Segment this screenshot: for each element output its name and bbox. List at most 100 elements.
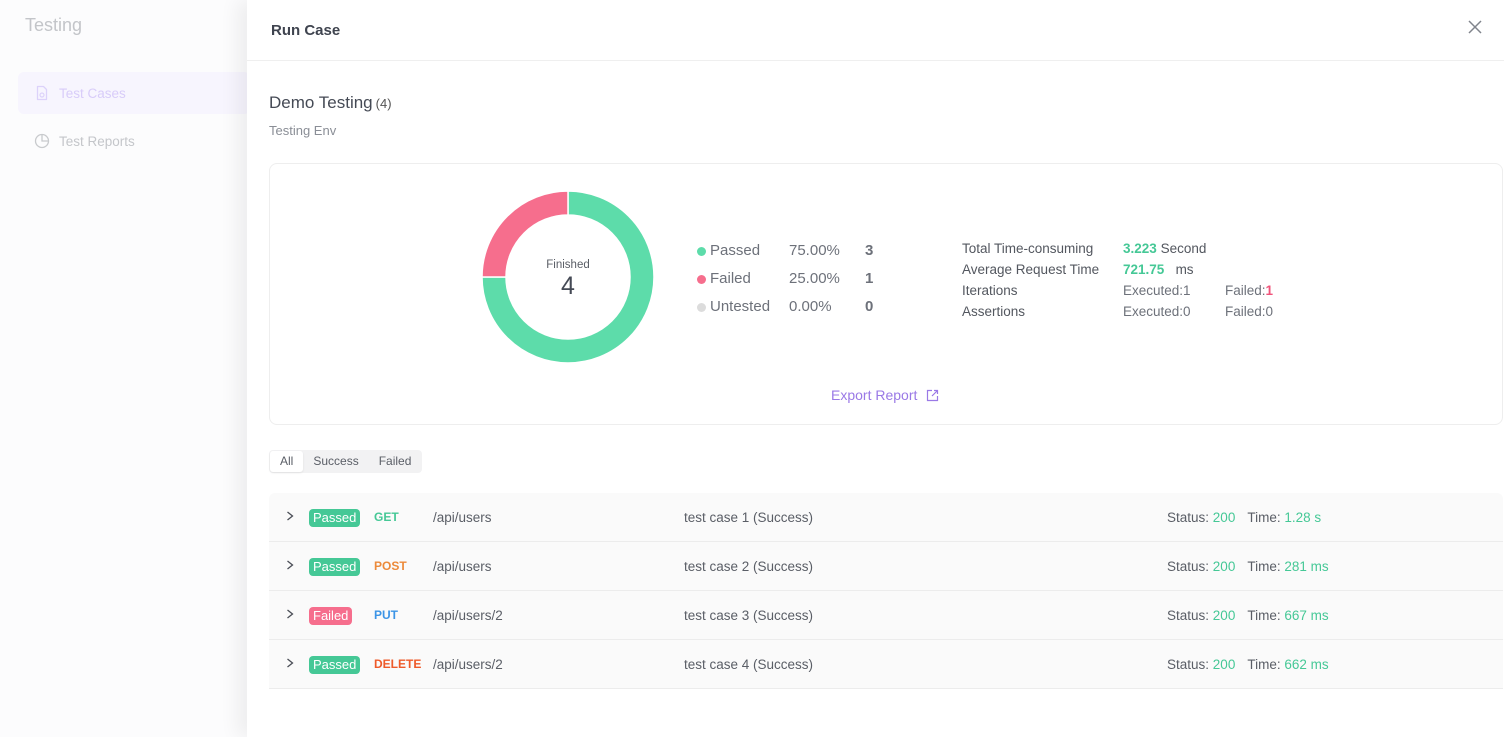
stat-unit: ms bbox=[1175, 262, 1194, 277]
stat-iterations: Iterations Executed:1 Failed:1 bbox=[962, 280, 1273, 301]
http-method: PUT bbox=[374, 608, 398, 622]
time-label: Time: bbox=[1247, 510, 1281, 525]
stat-total-time: Total Time-consuming 3.223 Second bbox=[962, 238, 1273, 259]
status-code: 200 bbox=[1212, 608, 1236, 623]
legend-count: 0 bbox=[865, 297, 874, 315]
result-donut-chart: Finished 4 bbox=[481, 190, 655, 364]
legend-count: 3 bbox=[865, 241, 874, 259]
sidebar-item-test-reports[interactable]: Test Reports bbox=[18, 120, 250, 162]
pie-chart-icon bbox=[34, 133, 50, 149]
legend-item-untested: Untested 0.00% 0 bbox=[697, 292, 873, 320]
result-filter: All Success Failed bbox=[269, 450, 423, 473]
legend-item-failed: Failed 25.00% 1 bbox=[697, 264, 873, 292]
legend-percent: 25.00% bbox=[789, 269, 840, 287]
result-badge: Passed bbox=[309, 509, 361, 527]
export-report-link[interactable]: Export Report bbox=[831, 387, 939, 403]
legend-percent: 0.00% bbox=[789, 297, 832, 315]
response-time: 662 ms bbox=[1284, 657, 1329, 672]
stat-label: Iterations bbox=[962, 283, 1018, 298]
result-row[interactable]: Passed POST /api/users test case 2 (Succ… bbox=[269, 542, 1503, 591]
app-title: Testing bbox=[25, 15, 83, 35]
stat-average-time: Average Request Time 721.75 ms bbox=[962, 259, 1273, 280]
time-label: Time: bbox=[1247, 608, 1281, 623]
case-name: test case 1 (Success) bbox=[684, 510, 814, 525]
result-badge: Passed bbox=[309, 558, 361, 576]
legend-dot-failed bbox=[697, 275, 706, 284]
executed-value: 0 bbox=[1183, 304, 1191, 319]
executed-value: 1 bbox=[1183, 283, 1191, 298]
legend-label: Untested bbox=[710, 297, 771, 315]
chevron-right-icon[interactable] bbox=[285, 509, 295, 523]
response-time: 667 ms bbox=[1284, 608, 1329, 623]
status-label: Status: bbox=[1167, 559, 1210, 574]
failed-label: Failed: bbox=[1225, 304, 1266, 319]
legend-percent: 75.00% bbox=[789, 241, 840, 259]
status-label: Status: bbox=[1167, 657, 1210, 672]
donut-center-label: Finished bbox=[546, 259, 589, 271]
chevron-right-icon[interactable] bbox=[285, 656, 295, 670]
drawer-title: Run Case bbox=[271, 21, 341, 39]
legend-dot-passed bbox=[697, 247, 706, 256]
export-report-label: Export Report bbox=[831, 387, 918, 403]
result-row[interactable]: Passed GET /api/users test case 1 (Succe… bbox=[269, 493, 1503, 542]
status-label: Status: bbox=[1167, 510, 1210, 525]
sidebar-item-label: Test Cases bbox=[59, 85, 126, 101]
executed-label: Executed: bbox=[1123, 304, 1184, 319]
status-code: 200 bbox=[1212, 510, 1236, 525]
status-info: Status: 200 Time: 662 ms bbox=[1167, 657, 1329, 672]
legend-label: Passed bbox=[710, 241, 761, 259]
suite-environment: Testing Env bbox=[269, 123, 337, 138]
request-path: /api/users bbox=[433, 510, 492, 525]
suite-name: Demo Testing bbox=[269, 93, 373, 112]
legend-dot-untested bbox=[697, 303, 706, 312]
failed-label: Failed: bbox=[1225, 283, 1266, 298]
result-row[interactable]: Passed DELETE /api/users/2 test case 4 (… bbox=[269, 640, 1503, 689]
filter-success[interactable]: Success bbox=[303, 451, 368, 472]
failed-value: 0 bbox=[1265, 304, 1274, 319]
stat-label: Total Time-consuming bbox=[962, 241, 1094, 256]
external-link-icon bbox=[927, 389, 939, 401]
suite-count: (4) bbox=[375, 96, 392, 111]
stat-assertions: Assertions Executed:0 Failed:0 bbox=[962, 301, 1273, 322]
time-label: Time: bbox=[1247, 559, 1281, 574]
http-method: GET bbox=[374, 510, 399, 524]
time-label: Time: bbox=[1247, 657, 1281, 672]
case-name: test case 4 (Success) bbox=[684, 657, 814, 672]
response-time: 281 ms bbox=[1284, 559, 1329, 574]
donut-center-value: 4 bbox=[561, 272, 575, 300]
status-code: 200 bbox=[1212, 657, 1236, 672]
result-legend: Passed 75.00% 3 Failed 25.00% 1 Untested… bbox=[697, 236, 873, 320]
stat-value: 721.75 bbox=[1123, 262, 1165, 277]
file-icon bbox=[36, 85, 48, 101]
result-badge: Passed bbox=[309, 656, 361, 674]
failed-value: 1 bbox=[1265, 283, 1274, 298]
drawer-header: Run Case bbox=[247, 0, 1504, 61]
stat-unit: Second bbox=[1160, 241, 1207, 256]
run-case-drawer: Run Case Demo Testing (4) Testing Env Fin… bbox=[247, 0, 1504, 737]
response-time: 1.28 s bbox=[1284, 510, 1322, 525]
http-method: POST bbox=[374, 559, 407, 573]
case-name: test case 3 (Success) bbox=[684, 608, 814, 623]
status-info: Status: 200 Time: 667 ms bbox=[1167, 608, 1329, 623]
sidebar-item-test-cases[interactable]: Test Cases bbox=[18, 72, 250, 114]
run-stats: Total Time-consuming 3.223 Second Averag… bbox=[962, 238, 1273, 322]
result-row[interactable]: Failed PUT /api/users/2 test case 3 (Suc… bbox=[269, 591, 1503, 640]
executed-label: Executed: bbox=[1123, 283, 1184, 298]
status-label: Status: bbox=[1167, 608, 1210, 623]
stat-value: 3.223 bbox=[1123, 241, 1157, 256]
legend-item-passed: Passed 75.00% 3 bbox=[697, 236, 873, 264]
chevron-right-icon[interactable] bbox=[285, 607, 295, 621]
status-info: Status: 200 Time: 281 ms bbox=[1167, 559, 1329, 574]
request-path: /api/users/2 bbox=[433, 608, 503, 623]
suite-title: Demo Testing (4) bbox=[269, 93, 392, 113]
filter-all[interactable]: All bbox=[270, 451, 304, 472]
legend-count: 1 bbox=[865, 269, 874, 287]
sidebar-item-label: Test Reports bbox=[59, 133, 135, 149]
close-icon[interactable] bbox=[1466, 18, 1484, 36]
app-sidebar: Testing Test Cases Test Reports bbox=[0, 0, 250, 737]
filter-failed[interactable]: Failed bbox=[369, 451, 422, 472]
status-info: Status: 200 Time: 1.28 s bbox=[1167, 510, 1321, 525]
chevron-right-icon[interactable] bbox=[285, 558, 295, 572]
result-list: Passed GET /api/users test case 1 (Succe… bbox=[269, 493, 1503, 689]
request-path: /api/users/2 bbox=[433, 657, 503, 672]
